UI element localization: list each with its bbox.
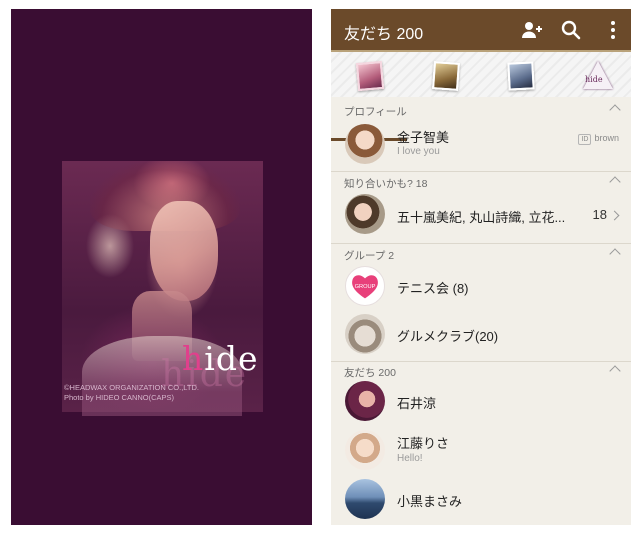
group-heart-avatar: GROUP — [345, 266, 385, 306]
logo-letters-ide: ide — [204, 339, 259, 378]
tab-friends[interactable] — [345, 57, 393, 95]
divider — [331, 243, 631, 244]
logo-letter-h: h — [182, 339, 205, 378]
id-tag: ID — [578, 134, 592, 145]
chevron-right-icon — [609, 210, 620, 221]
tab-more[interactable]: hide — [571, 57, 619, 95]
avatar — [345, 124, 385, 164]
friend-row[interactable]: 小黒まさみ — [331, 475, 631, 525]
profile-id: ID brown — [578, 133, 619, 145]
top-bar: 友だち 200 — [331, 9, 631, 50]
avatar — [345, 430, 385, 470]
page-title: 友だち 200 — [344, 26, 424, 43]
section-label: プロフィール — [344, 106, 407, 118]
avatar — [345, 194, 385, 234]
tab-chats[interactable] — [421, 57, 469, 95]
group-name: テニス会 (8) — [397, 281, 469, 296]
friends-screen: 友だち 200 hide プロフィール 金子智美 I love you ID b… — [331, 9, 631, 525]
suggest-names: 五十嵐美紀, 丸山詩織, 立花... — [397, 210, 566, 225]
section-header-suggest[interactable]: 知り合いかも? 18 — [331, 173, 631, 193]
profile-name: 金子智美 — [397, 130, 450, 145]
friend-name: 石井涼 — [397, 396, 437, 411]
tab-logo-label: hide — [585, 75, 603, 84]
tab-thumbnail — [507, 61, 535, 91]
group-icon-text: GROUP — [355, 284, 376, 290]
id-value: brown — [594, 133, 619, 143]
search-icon[interactable] — [559, 18, 583, 42]
group-row[interactable]: GROUP テニス会 (8) — [331, 262, 631, 312]
chevron-up-icon — [609, 248, 621, 260]
friend-row[interactable]: 江藤りさ Hello! — [331, 425, 631, 475]
suggest-count: 18 — [592, 207, 607, 222]
friend-status: Hello! — [397, 453, 423, 464]
group-name: グルメクラブ(20) — [397, 329, 499, 344]
tab-timeline[interactable] — [496, 57, 544, 95]
profile-row[interactable]: 金子智美 I love you ID brown — [331, 119, 631, 169]
chevron-up-icon — [609, 365, 621, 377]
avatar — [345, 381, 385, 421]
section-header-profile[interactable]: プロフィール — [331, 101, 631, 121]
chevron-up-icon — [609, 176, 621, 188]
avatar — [345, 479, 385, 519]
friend-name: 江藤りさ — [397, 436, 450, 451]
copyright-line-1: ©HEADWAX ORGANIZATION CO.,LTD. — [64, 383, 199, 392]
section-label: 知り合いかも? 18 — [344, 178, 428, 190]
cat-avatar — [345, 314, 385, 354]
splash-screen: hide hide ©HEADWAX ORGANIZATION CO.,LTD.… — [11, 9, 312, 525]
friend-row[interactable]: 石井涼 — [331, 377, 631, 427]
copyright-line-2: Photo by HIDEO CANNO(CAPS) — [64, 393, 175, 402]
suggest-row[interactable]: 五十嵐美紀, 丸山詩織, 立花... 18 — [331, 191, 631, 241]
profile-status: I love you — [397, 146, 440, 157]
more-icon[interactable] — [601, 18, 625, 42]
tab-thumbnail — [432, 61, 460, 91]
add-friend-icon[interactable] — [519, 18, 543, 42]
tab-strip: hide — [331, 50, 631, 141]
section-label: グループ 2 — [344, 250, 395, 262]
hide-logo: hide — [182, 339, 258, 378]
chevron-up-icon — [609, 104, 621, 116]
copyright-text: ©HEADWAX ORGANIZATION CO.,LTD. Photo by … — [64, 383, 199, 403]
portrait-face — [150, 201, 218, 301]
group-row[interactable]: グルメクラブ(20) — [331, 310, 631, 360]
tab-thumbnail — [355, 60, 385, 92]
divider — [331, 171, 631, 172]
heart-icon: GROUP — [352, 275, 378, 299]
friend-name: 小黒まさみ — [397, 494, 463, 509]
